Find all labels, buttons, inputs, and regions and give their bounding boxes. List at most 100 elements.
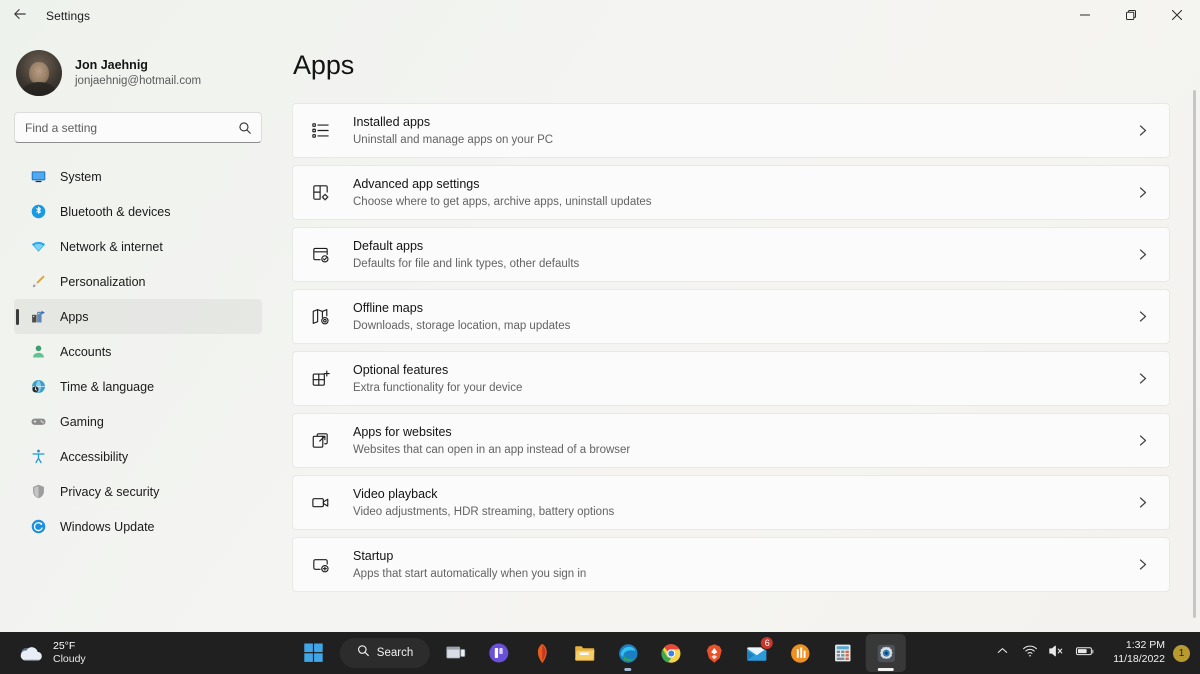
taskbar-app-firefox[interactable] xyxy=(522,634,562,672)
sidebar-item-windows-update[interactable]: Windows Update xyxy=(14,509,262,544)
battery-icon xyxy=(1071,644,1099,663)
sidebar-item-label: Network & internet xyxy=(60,240,163,254)
sidebar-item-bluetooth-devices[interactable]: Bluetooth & devices xyxy=(14,194,262,229)
card-apps-for-websites[interactable]: Apps for websites Websites that can open… xyxy=(292,413,1170,468)
external-link-icon xyxy=(309,430,331,452)
card-advanced-app-settings[interactable]: Advanced app settings Choose where to ge… xyxy=(292,165,1170,220)
weather-text: 25°F Cloudy xyxy=(53,640,86,666)
content-scrollbar[interactable] xyxy=(1193,90,1196,618)
card-optional-features[interactable]: Optional features Extra functionality fo… xyxy=(292,351,1170,406)
title-bar: Settings xyxy=(0,0,1200,32)
minimize-button[interactable] xyxy=(1062,0,1108,32)
tray-overflow-button[interactable] xyxy=(991,636,1014,670)
search-icon xyxy=(238,121,252,135)
taskbar-app-calculator[interactable] xyxy=(823,634,863,672)
startup-icon xyxy=(309,554,331,576)
card-subtitle: Extra functionality for your device xyxy=(353,380,1136,397)
taskbar-app-google-chrome[interactable] xyxy=(651,634,691,672)
card-video-playback[interactable]: Video playback Video adjustments, HDR st… xyxy=(292,475,1170,530)
taskbar-app-task-view[interactable] xyxy=(436,634,476,672)
chevron-right-icon xyxy=(1136,186,1149,199)
system-tray: 1:32 PM 11/18/2022 1 xyxy=(991,632,1200,674)
start-button[interactable] xyxy=(294,634,334,672)
taskbar-app-widgets[interactable] xyxy=(479,634,519,672)
chevron-right-icon xyxy=(1136,124,1149,137)
taskbar-app-settings[interactable] xyxy=(866,634,906,672)
card-title: Advanced app settings xyxy=(353,175,1136,194)
sidebar-item-accounts[interactable]: Accounts xyxy=(14,334,262,369)
update-icon xyxy=(30,518,47,535)
sidebar-item-network-internet[interactable]: Network & internet xyxy=(14,229,262,264)
sidebar-item-label: Time & language xyxy=(60,380,154,394)
card-default-apps[interactable]: Default apps Defaults for file and link … xyxy=(292,227,1170,282)
card-subtitle: Defaults for file and link types, other … xyxy=(353,256,1136,273)
clock-date: 11/18/2022 xyxy=(1113,653,1165,667)
sidebar: Jon Jaehnig jonjaehnig@hotmail.com Syste… xyxy=(0,32,276,632)
taskbar-search[interactable]: Search xyxy=(340,638,430,668)
weather-widget[interactable]: 25°F Cloudy xyxy=(0,635,96,671)
search-input[interactable] xyxy=(25,121,231,135)
back-button[interactable] xyxy=(0,0,40,32)
close-button[interactable] xyxy=(1154,0,1200,32)
volume-muted-icon xyxy=(1044,643,1069,664)
chevron-right-icon xyxy=(1136,434,1149,447)
maximize-button[interactable] xyxy=(1108,0,1154,32)
arrow-left-icon xyxy=(13,7,27,26)
person-icon xyxy=(30,343,47,360)
card-title: Optional features xyxy=(353,361,1136,380)
taskbar-app-amazon-music[interactable] xyxy=(780,634,820,672)
sidebar-item-personalization[interactable]: Personalization xyxy=(14,264,262,299)
restore-icon xyxy=(1126,7,1136,25)
page-title: Apps xyxy=(292,32,1180,103)
card-title: Default apps xyxy=(353,237,1136,256)
main-content: Apps Installed apps Uninstall and manage… xyxy=(276,32,1200,632)
card-text: Startup Apps that start automatically wh… xyxy=(353,547,1136,582)
search-box[interactable] xyxy=(14,112,262,143)
weather-temperature: 25°F xyxy=(53,640,86,653)
map-icon xyxy=(309,306,331,328)
card-installed-apps[interactable]: Installed apps Uninstall and manage apps… xyxy=(292,103,1170,158)
taskbar-app-brave[interactable] xyxy=(694,634,734,672)
firefox-icon xyxy=(531,642,554,665)
card-text: Video playback Video adjustments, HDR st… xyxy=(353,485,1136,520)
cloud-icon xyxy=(18,641,44,665)
sidebar-item-gaming[interactable]: Gaming xyxy=(14,404,262,439)
sidebar-item-accessibility[interactable]: Accessibility xyxy=(14,439,262,474)
sidebar-item-time-language[interactable]: Time & language xyxy=(14,369,262,404)
clock-globe-icon xyxy=(30,378,47,395)
paintbrush-icon xyxy=(30,273,47,290)
settings-window: Settings Jon Jaehnig xyxy=(0,0,1200,674)
card-title: Offline maps xyxy=(353,299,1136,318)
notification-badge[interactable]: 1 xyxy=(1173,645,1190,662)
sidebar-item-apps[interactable]: Apps xyxy=(14,299,262,334)
sidebar-item-label: Personalization xyxy=(60,275,145,289)
window-title: Settings xyxy=(46,9,90,23)
window-check-icon xyxy=(309,244,331,266)
chevron-right-icon xyxy=(1136,372,1149,385)
folder-icon xyxy=(573,641,597,665)
card-subtitle: Websites that can open in an app instead… xyxy=(353,442,1136,459)
user-profile[interactable]: Jon Jaehnig jonjaehnig@hotmail.com xyxy=(14,32,262,112)
tray-status-icons[interactable] xyxy=(1014,643,1103,664)
card-startup[interactable]: Startup Apps that start automatically wh… xyxy=(292,537,1170,592)
taskbar-app-microsoft-edge[interactable] xyxy=(608,634,648,672)
taskbar-app-mail[interactable]: 6 xyxy=(737,634,777,672)
card-title: Video playback xyxy=(353,485,1136,504)
sidebar-item-system[interactable]: System xyxy=(14,159,262,194)
sidebar-item-privacy-security[interactable]: Privacy & security xyxy=(14,474,262,509)
minimize-icon xyxy=(1080,7,1090,25)
card-text: Apps for websites Websites that can open… xyxy=(353,423,1136,458)
accessibility-icon xyxy=(30,448,47,465)
chrome-icon xyxy=(660,642,683,665)
taskbar-app-file-explorer[interactable] xyxy=(565,634,605,672)
taskbar-center-group: Search xyxy=(294,634,906,672)
taskbar: 25°F Cloudy xyxy=(0,632,1200,674)
chevron-right-icon xyxy=(1136,248,1149,261)
amazon-music-icon xyxy=(789,642,812,665)
clock[interactable]: 1:32 PM 11/18/2022 xyxy=(1103,636,1173,670)
navigation-list: System Bluetooth & devices Network & int… xyxy=(14,159,262,544)
card-title: Startup xyxy=(353,547,1136,566)
profile-name: Jon Jaehnig xyxy=(75,57,201,74)
brave-icon xyxy=(703,642,726,665)
card-offline-maps[interactable]: Offline maps Downloads, storage location… xyxy=(292,289,1170,344)
